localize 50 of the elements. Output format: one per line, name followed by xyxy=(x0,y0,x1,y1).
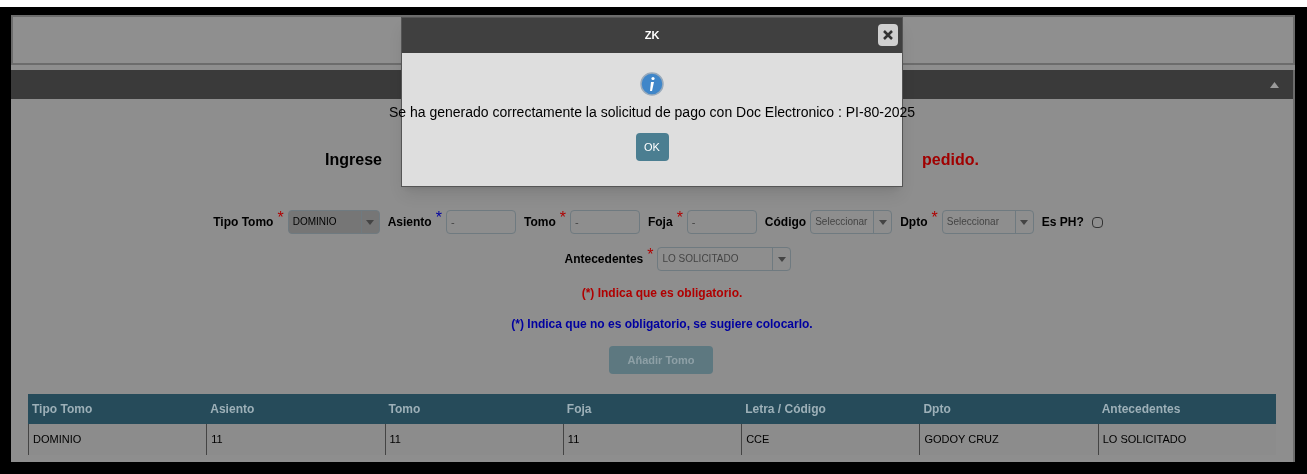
input-field[interactable]: - xyxy=(569,210,640,234)
table-cell: 11 xyxy=(384,424,563,455)
caret-icon xyxy=(878,219,887,225)
column-header: Tipo Tomo xyxy=(31,401,94,418)
table-cell: 11 xyxy=(562,424,742,455)
caret-icon xyxy=(777,256,786,262)
checkbox[interactable] xyxy=(1091,216,1103,228)
table-cell: LO SOLICITADO xyxy=(1097,424,1276,455)
asterisk: * xyxy=(647,247,654,263)
dropdown[interactable]: DOMINIO xyxy=(287,210,380,234)
dropdown[interactable]: LO SOLICITADO xyxy=(657,247,792,271)
field-label: Foja xyxy=(647,214,673,231)
caret-icon xyxy=(1020,219,1029,225)
input-field[interactable]: - xyxy=(686,210,757,234)
field-label: Tipo Tomo xyxy=(213,214,274,231)
table-cell: 11 xyxy=(206,424,385,455)
field-label: Dpto xyxy=(900,214,928,231)
asterisk: * xyxy=(559,210,566,226)
table-cell: GODOY CRUZ xyxy=(919,424,1098,455)
collapse-icon[interactable] xyxy=(1270,81,1279,88)
heading-text: pedido. xyxy=(922,150,979,170)
column-header: Letra / Código xyxy=(744,401,827,418)
caret-icon xyxy=(366,219,375,225)
asterisk: * xyxy=(676,210,683,226)
dropdown[interactable]: Seleccionar xyxy=(941,210,1034,234)
heading-text: Ingrese xyxy=(325,150,382,170)
asterisk: * xyxy=(435,210,442,226)
table-cell: CCE xyxy=(741,424,920,455)
field-label: Código xyxy=(764,214,807,231)
asterisk: * xyxy=(277,210,284,226)
field-label: Es PH? xyxy=(1041,214,1084,231)
close-button[interactable] xyxy=(878,24,898,46)
column-header: Antecedentes xyxy=(1100,401,1182,418)
column-header: Foja xyxy=(565,401,593,418)
close-icon xyxy=(883,30,893,40)
field-label: Tomo xyxy=(523,214,556,231)
field-label: Antecedentes xyxy=(564,251,644,268)
dialog-title: ZK xyxy=(644,28,660,44)
column-header: Tomo xyxy=(387,401,422,418)
input-field[interactable]: - xyxy=(445,210,516,234)
column-header: Asiento xyxy=(209,401,256,418)
table-cell: DOMINIO xyxy=(28,424,207,455)
column-header: Dpto xyxy=(922,401,952,418)
field-label: Asiento xyxy=(387,214,432,231)
note-text: (*) Indica que no es obligatorio, se sugiere colocarlo. xyxy=(511,316,813,333)
dropdown[interactable]: Seleccionar xyxy=(810,210,893,234)
asterisk: * xyxy=(931,210,938,226)
ok-button[interactable]: OK xyxy=(635,133,669,161)
info-icon xyxy=(640,72,664,96)
note-text: (*) Indica que es obligatorio. xyxy=(581,285,743,302)
